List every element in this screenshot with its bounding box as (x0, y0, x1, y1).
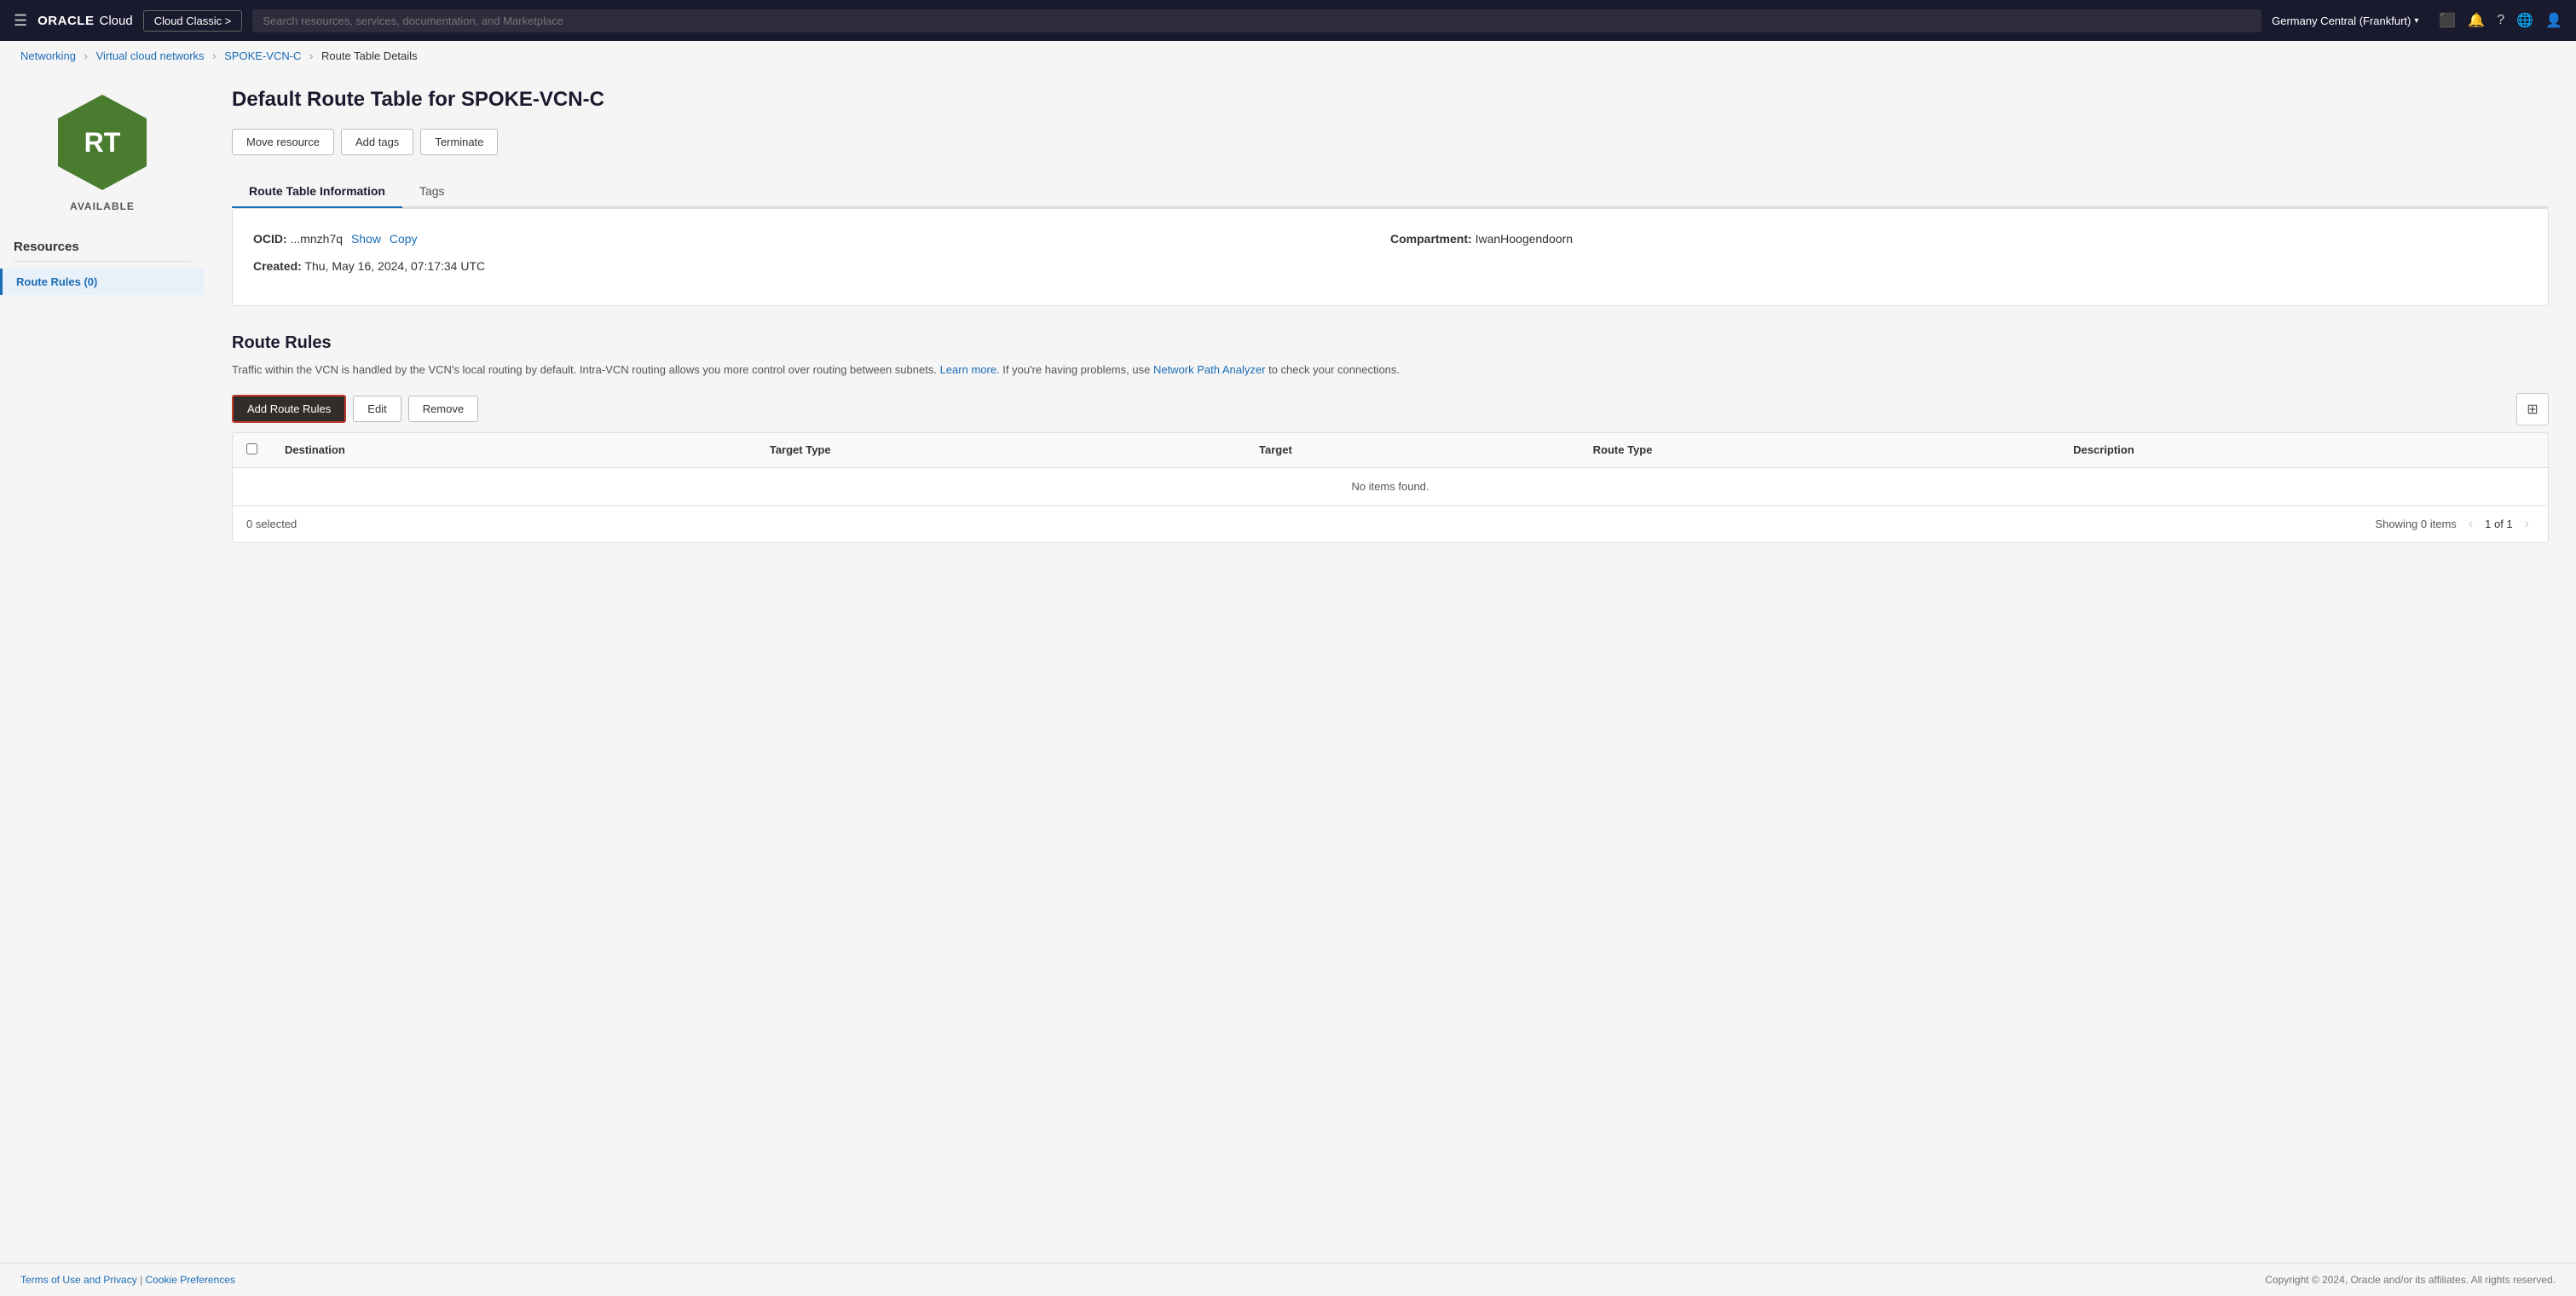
ocid-label: OCID: (253, 232, 287, 246)
select-all-checkbox[interactable] (246, 443, 257, 454)
action-buttons: Move resource Add tags Terminate (232, 129, 2549, 155)
select-all-col (233, 433, 271, 468)
info-card: OCID: ...mnzh7q Show Copy Created: Thu, … (232, 208, 2549, 306)
oracle-logo: ORACLE Cloud (38, 14, 133, 28)
target-col-header: Target (1245, 433, 1580, 468)
ocid-value: ...mnzh7q (291, 232, 343, 246)
chevron-down-icon: ▾ (2414, 16, 2418, 26)
grid-columns-icon-button[interactable]: ⊞ (2516, 393, 2549, 425)
terms-link[interactable]: Terms of Use and Privacy (20, 1274, 137, 1286)
page-info: 1 of 1 (2485, 518, 2513, 530)
created-date: Thu, May 16, 2024, 07:17:34 UTC (304, 259, 485, 273)
tab-tags[interactable]: Tags (402, 176, 462, 208)
cookie-preferences-link[interactable]: Cookie Preferences (146, 1274, 235, 1286)
rt-icon-wrapper: RT AVAILABLE (0, 91, 205, 226)
remove-button[interactable]: Remove (408, 396, 478, 422)
desc-text-1: Traffic within the VCN is handled by the… (232, 363, 937, 376)
sidebar-divider (14, 261, 191, 262)
route-rules-table-section: Add Route Rules Edit Remove ⊞ Destinatio… (232, 393, 2549, 543)
globe-icon[interactable]: 🌐 (2516, 12, 2533, 29)
oracle-text: ORACLE (38, 14, 94, 28)
info-two-col: OCID: ...mnzh7q Show Copy Created: Thu, … (253, 229, 2527, 285)
nav-icons: ⬛ 🔔 ? 🌐 👤 (2439, 12, 2562, 29)
tabs: Route Table Information Tags (232, 176, 2549, 208)
region-label: Germany Central (Frankfurt) (2272, 14, 2411, 27)
table-header-row: Destination Target Type Target Route Typ… (233, 433, 2548, 468)
move-resource-button[interactable]: Move resource (232, 129, 334, 155)
no-items-cell: No items found. (233, 467, 2548, 505)
region-selector[interactable]: Germany Central (Frankfurt) ▾ (2272, 14, 2418, 27)
created-row: Created: Thu, May 16, 2024, 07:17:34 UTC (253, 257, 1390, 275)
next-page-button[interactable]: › (2520, 515, 2534, 534)
learn-more-link[interactable]: Learn more. (940, 363, 1000, 376)
destination-col-header: Destination (271, 433, 756, 468)
route-rules-table: Destination Target Type Target Route Typ… (233, 433, 2548, 506)
hamburger-menu-icon[interactable]: ☰ (14, 12, 27, 30)
sidebar-item-route-rules[interactable]: Route Rules (0) (0, 269, 205, 295)
compartment-row: Compartment: IwanHoogendoorn (1390, 229, 2527, 248)
selected-count: 0 selected (246, 518, 297, 530)
route-rules-title: Route Rules (232, 333, 2549, 353)
route-rules-table-wrapper: Destination Target Type Target Route Typ… (232, 432, 2549, 543)
breadcrumb-sep-3: › (309, 49, 313, 62)
rt-hexagon: RT (51, 91, 153, 194)
footer-copyright: Copyright © 2024, Oracle and/or its affi… (2265, 1274, 2556, 1286)
search-input[interactable] (252, 9, 2261, 32)
table-actions-row: Add Route Rules Edit Remove ⊞ (232, 393, 2549, 425)
pagination: Showing 0 items ‹ 1 of 1 › (2375, 515, 2534, 534)
rt-letters: RT (84, 127, 121, 159)
status-badge: AVAILABLE (70, 200, 135, 212)
description-col-header: Description (2059, 433, 2548, 468)
breadcrumb-sep-1: › (84, 49, 88, 62)
breadcrumb-vcn-name[interactable]: SPOKE-VCN-C (224, 49, 301, 62)
breadcrumb: Networking › Virtual cloud networks › SP… (0, 41, 2576, 71)
desc-text-3: to check your connections. (1268, 363, 1400, 376)
add-route-rules-button[interactable]: Add Route Rules (232, 395, 346, 423)
compartment-label: Compartment: (1390, 232, 1472, 246)
breadcrumb-sep-2: › (212, 49, 216, 62)
main-content: Default Route Table for SPOKE-VCN-C Move… (205, 71, 2576, 1263)
compartment-name: IwanHoogendoorn (1476, 232, 1573, 246)
ocid-show-link[interactable]: Show (351, 232, 381, 246)
network-path-analyzer-link-text[interactable]: Network Path Analyzer (1153, 363, 1266, 376)
page-title: Default Route Table for SPOKE-VCN-C (232, 88, 2549, 112)
help-icon[interactable]: ? (2497, 13, 2504, 28)
terminal-icon[interactable]: ⬛ (2439, 12, 2456, 29)
breadcrumb-current: Route Table Details (321, 49, 418, 62)
breadcrumb-networking[interactable]: Networking (20, 49, 76, 62)
page-footer: Terms of Use and Privacy | Cookie Prefer… (0, 1263, 2576, 1296)
info-col-right: Compartment: IwanHoogendoorn (1390, 229, 2527, 285)
ocid-row: OCID: ...mnzh7q Show Copy (253, 229, 1390, 248)
target-type-col-header: Target Type (756, 433, 1245, 468)
showing-label: Showing 0 items (2375, 518, 2456, 530)
cloud-classic-button[interactable]: Cloud Classic > (143, 10, 243, 32)
table-actions: Add Route Rules Edit Remove (232, 395, 478, 423)
resources-title: Resources (0, 226, 205, 261)
terminate-button[interactable]: Terminate (420, 129, 498, 155)
created-label: Created: (253, 259, 302, 273)
prev-page-button[interactable]: ‹ (2463, 515, 2478, 534)
no-items-row: No items found. (233, 467, 2548, 505)
route-rules-description: Traffic within the VCN is handled by the… (232, 362, 2549, 379)
user-avatar-icon[interactable]: 👤 (2545, 12, 2562, 29)
footer-left: Terms of Use and Privacy | Cookie Prefer… (20, 1274, 235, 1286)
cloud-text: Cloud (99, 14, 132, 28)
bell-icon[interactable]: 🔔 (2468, 12, 2485, 29)
sidebar: RT AVAILABLE Resources Route Rules (0) (0, 71, 205, 1263)
breadcrumb-vcn[interactable]: Virtual cloud networks (96, 49, 205, 62)
route-type-col-header: Route Type (1580, 433, 2059, 468)
add-tags-button[interactable]: Add tags (341, 129, 413, 155)
tab-route-table-information[interactable]: Route Table Information (232, 176, 402, 208)
ocid-copy-link[interactable]: Copy (390, 232, 418, 246)
top-navigation: ☰ ORACLE Cloud Cloud Classic > Germany C… (0, 0, 2576, 41)
desc-part2: If you're having problems, use (1002, 363, 1150, 376)
info-col-left: OCID: ...mnzh7q Show Copy Created: Thu, … (253, 229, 1390, 285)
edit-button[interactable]: Edit (353, 396, 401, 422)
table-footer: 0 selected Showing 0 items ‹ 1 of 1 › (233, 506, 2548, 542)
